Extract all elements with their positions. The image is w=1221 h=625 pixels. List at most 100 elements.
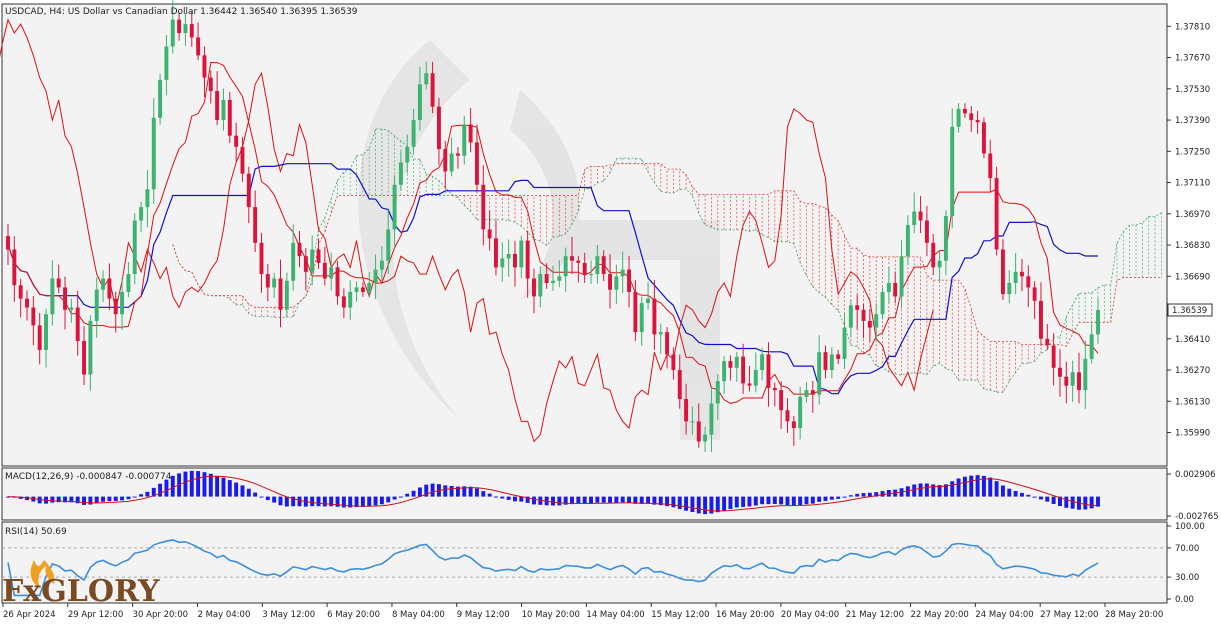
macd-bar [253, 492, 258, 497]
candle-body [278, 278, 283, 310]
macd-bar [246, 488, 251, 497]
candle-body [633, 291, 638, 333]
price-tick-label: 1.35990 [1175, 429, 1210, 439]
candle-body [658, 332, 663, 335]
price-tick-label: 1.37530 [1175, 85, 1210, 95]
macd-bar [487, 493, 492, 497]
candle-body [842, 327, 847, 359]
candle-body [12, 249, 17, 286]
candle-body [874, 314, 879, 328]
macd-bar [208, 473, 213, 497]
candle-body [639, 303, 644, 333]
candle-body [620, 269, 625, 277]
macd-panel[interactable] [2, 468, 1167, 520]
time-tick-label: 30 Apr 20:00 [133, 610, 188, 620]
chart-header: USDCAD, H4: US Dollar vs Canadian Dollar… [5, 7, 358, 17]
time-tick-label: 8 May 04:00 [392, 610, 445, 620]
candle-body [798, 396, 803, 429]
macd-bar [950, 481, 955, 497]
macd-bar [227, 480, 232, 497]
macd-bar [240, 485, 245, 497]
macd-bar [443, 485, 448, 497]
macd-bar [785, 496, 790, 506]
candle-body [823, 352, 828, 371]
candle-body [665, 332, 670, 355]
macd-bar [601, 496, 606, 503]
candle-body [468, 124, 473, 143]
macd-bar [196, 471, 201, 497]
macd-bar [842, 496, 847, 498]
candle-body [405, 146, 410, 163]
candle-body [494, 238, 498, 268]
time-tick-label: 9 May 12:00 [457, 610, 510, 620]
candle-body [487, 229, 492, 239]
candle-body [715, 381, 720, 404]
macd-bar [1064, 496, 1069, 508]
macd-bar [728, 496, 733, 510]
macd-bar [234, 482, 239, 497]
time-tick-label: 14 May 04:00 [586, 610, 644, 620]
macd-bar [620, 496, 625, 503]
rsi-panel[interactable] [2, 522, 1167, 603]
candle-body [417, 84, 422, 121]
time-tick-label: 6 May 20:00 [327, 610, 380, 620]
macd-bar [969, 475, 974, 497]
candle-body [931, 242, 936, 268]
price-tick-label: 1.36690 [1175, 272, 1210, 282]
rsi-tick-label: 0.00 [1175, 595, 1194, 605]
macd-bar [1032, 496, 1037, 498]
candle-body [981, 122, 986, 154]
candle-body [969, 113, 974, 121]
macd-bar [221, 477, 226, 497]
macd-bar [912, 484, 917, 497]
price-tick-label: 1.37390 [1175, 116, 1210, 126]
candle-body [227, 99, 232, 136]
candle-body [50, 278, 55, 315]
candle-body [449, 153, 454, 172]
candle-body [1051, 345, 1056, 368]
macd-bar [855, 493, 860, 497]
candle-body [367, 282, 372, 292]
candle-body [253, 207, 258, 243]
candle-body [1000, 249, 1005, 295]
candle-body [398, 162, 403, 185]
candle-body [322, 262, 327, 279]
candle-body [1013, 271, 1018, 283]
candle-body [741, 356, 746, 384]
macd-bar [373, 496, 378, 506]
macd-bar [1089, 496, 1094, 509]
candle-body [912, 211, 917, 225]
macd-bar [120, 496, 125, 501]
macd-bar [703, 496, 708, 515]
macd-bar [474, 488, 479, 497]
candle-body [861, 309, 866, 321]
macd-bar [918, 483, 923, 497]
macd-bar [1026, 494, 1031, 497]
candle-body [513, 253, 517, 268]
candle-body [855, 305, 860, 310]
candle-body [608, 274, 612, 290]
macd-bar [734, 496, 739, 508]
macd-bar [82, 496, 87, 505]
macd-bar [392, 496, 397, 500]
macd-bar [532, 496, 536, 505]
candle-body [196, 37, 201, 56]
macd-bar [398, 496, 403, 498]
candle-body [272, 278, 277, 288]
macd-bar [1045, 496, 1050, 502]
candle-body [37, 325, 42, 350]
candle-body [810, 390, 815, 395]
macd-bar [994, 481, 999, 497]
candle-body [94, 289, 99, 321]
macd-bar [1083, 496, 1088, 510]
price-tick-label: 1.37810 [1175, 22, 1210, 32]
candle-body [25, 298, 29, 308]
macd-bar [1000, 485, 1005, 497]
candle-body [760, 354, 765, 371]
macd-bar [582, 496, 587, 504]
candle-body [56, 278, 61, 288]
trading-chart[interactable]: 1.37810 1.37670 1.37530 1.37390 1.37250 1.371… [0, 0, 1221, 625]
candle-body [519, 240, 524, 268]
candle-body [392, 184, 397, 230]
candle-body [6, 236, 10, 250]
